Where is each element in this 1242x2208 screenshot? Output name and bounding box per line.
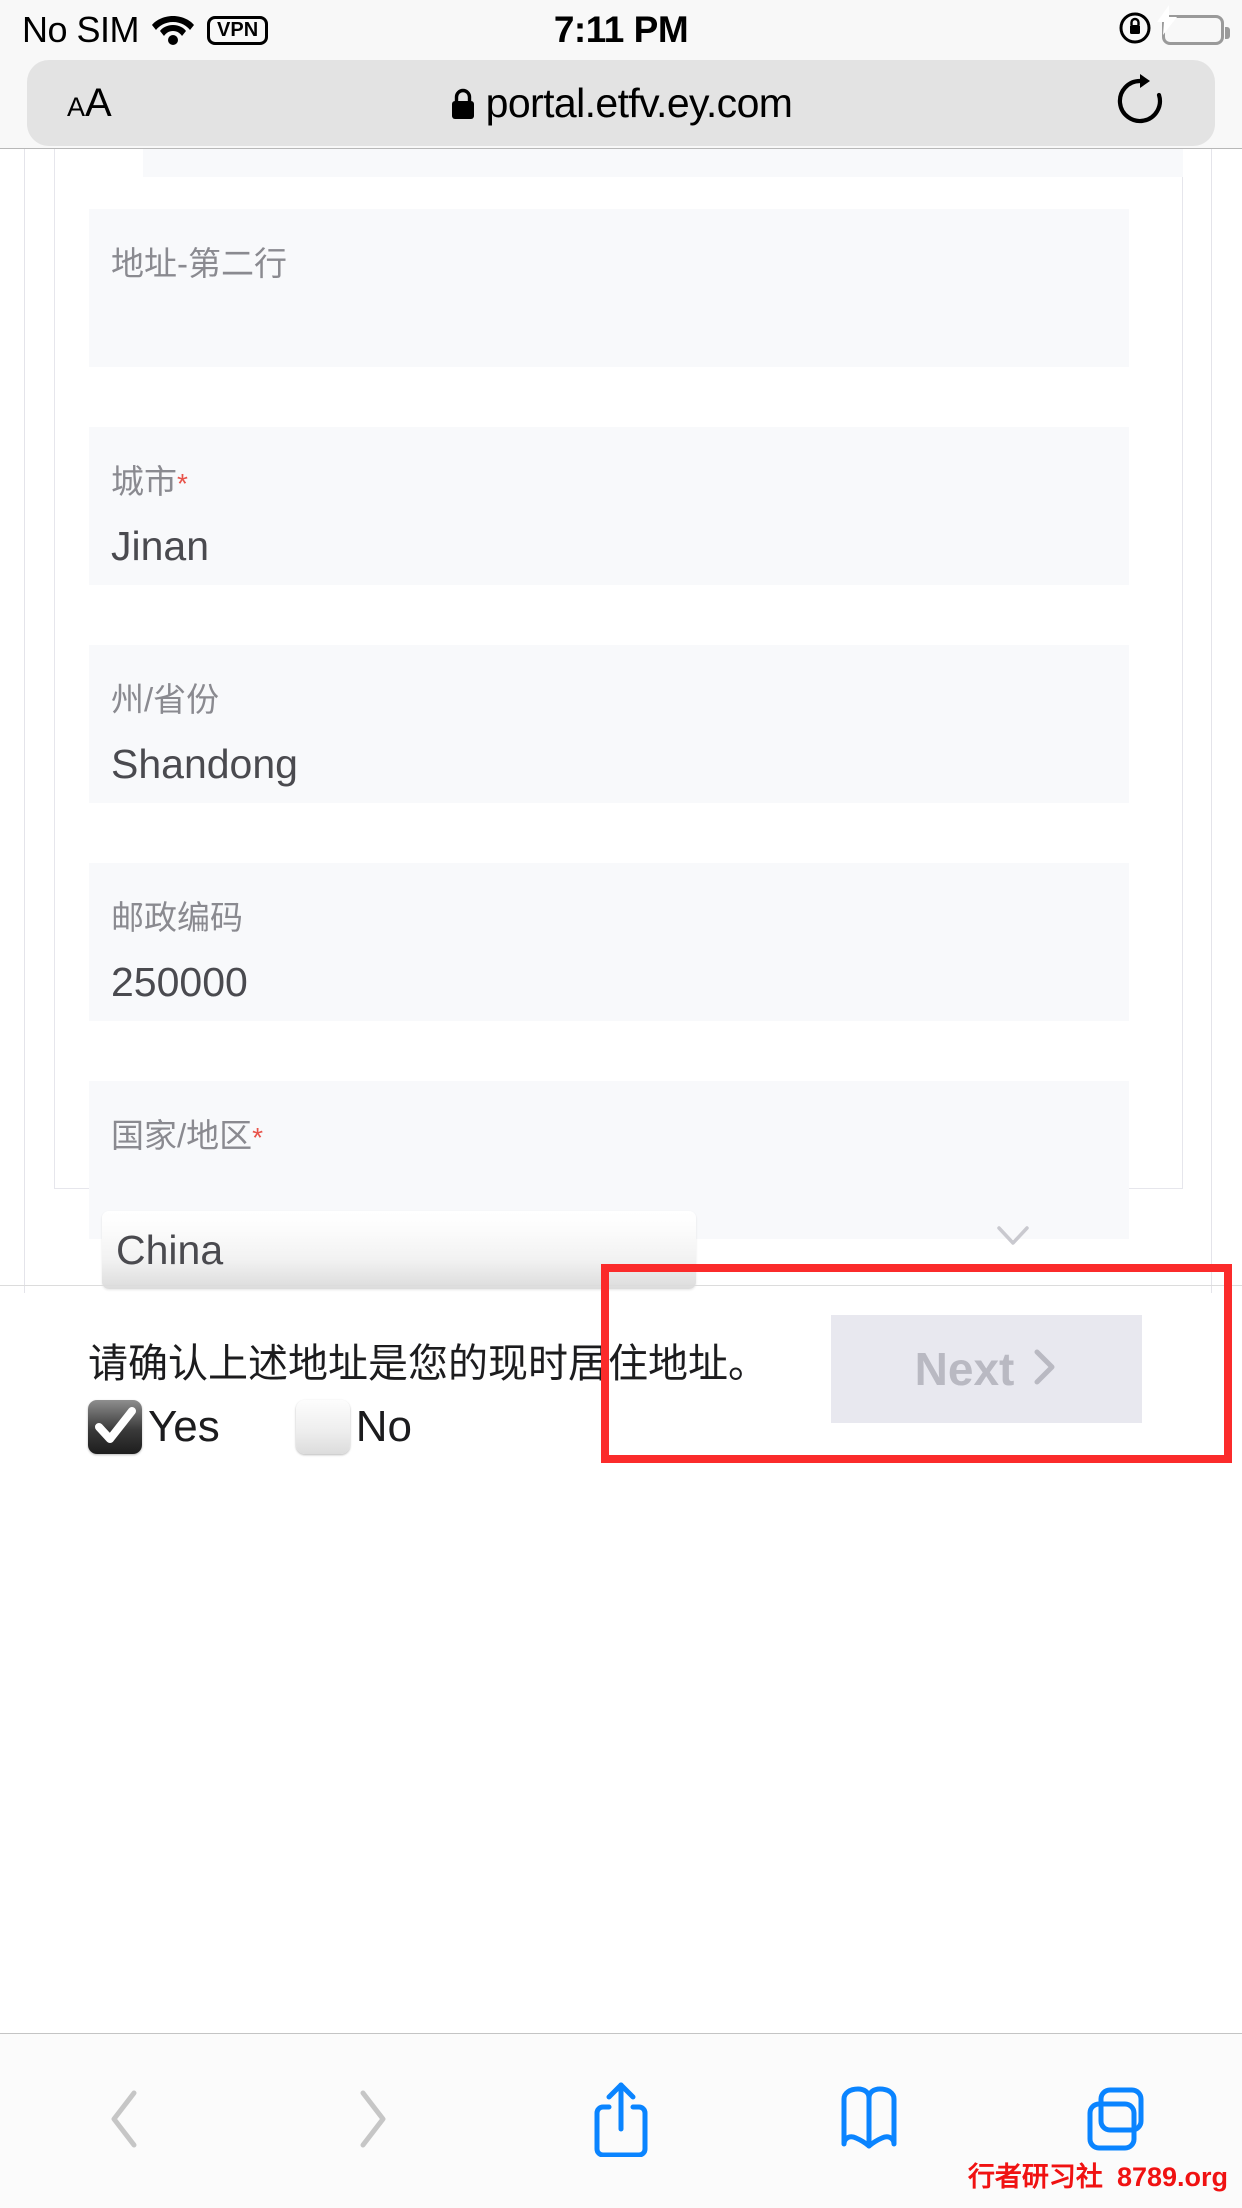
field-value: Jinan [111, 523, 210, 569]
forward-button[interactable] [248, 2034, 496, 2208]
url-display[interactable]: portal.etfv.ey.com [27, 80, 1215, 127]
footer-divider [0, 1285, 1242, 1286]
watermark-cn: 行者研习社 [967, 2162, 1103, 2192]
country-select-value: China [116, 1226, 224, 1273]
form-card: 地址-第二行 城市* Jinan 州/省份 Shandong 邮政编码 2500… [54, 149, 1183, 1239]
field-label: 城市* [111, 463, 188, 500]
url-text: portal.etfv.ey.com [485, 79, 793, 126]
confirm-question: 请确认上述地址是您的现时居住地址。 [88, 1342, 768, 1386]
book-icon [838, 2086, 900, 2157]
bookmarks-button[interactable] [745, 2034, 993, 2208]
chevron-down-icon[interactable] [996, 1224, 1030, 1253]
checkbox-yes-label: Yes [148, 1402, 220, 1451]
confirm-choices: Yes No [88, 1400, 412, 1454]
address-bar[interactable]: AA portal.etfv.ey.com [27, 60, 1215, 146]
checkbox-yes[interactable] [88, 1400, 142, 1454]
iphone-screen: No SIM VPN 7:11 PM A A portal.etfv.ey.co… [0, 0, 1242, 2208]
field-label: 国家/地区* [111, 1117, 264, 1154]
required-marker: * [177, 468, 188, 499]
lock-icon [450, 88, 474, 119]
checkbox-no-label: No [355, 1402, 413, 1451]
field-value: 250000 [111, 959, 248, 1005]
field-value: Shandong [111, 741, 298, 787]
reload-icon[interactable] [1115, 73, 1165, 133]
browser-chrome: AA portal.etfv.ey.com [0, 60, 1242, 148]
field-label: 地址-第二行 [111, 245, 287, 282]
required-marker: * [252, 1122, 264, 1153]
field-value [111, 280, 1129, 308]
field-postal-code[interactable]: 邮政编码 250000 [89, 863, 1129, 1021]
status-bar-right [1118, 5, 1230, 50]
country-select[interactable]: China [102, 1211, 696, 1289]
field-city[interactable]: 城市* Jinan [89, 427, 1129, 585]
rotation-lock-icon [1118, 11, 1152, 50]
field-state-province[interactable]: 州/省份 Shandong [89, 645, 1129, 803]
watermark-site: 8789.org [1116, 2162, 1228, 2192]
watermark: 行者研习社 8789.org [968, 2155, 1228, 2194]
checkbox-no[interactable] [295, 1400, 350, 1454]
field-clipped-top [143, 149, 1183, 177]
chevron-right-icon [355, 2088, 391, 2155]
next-button[interactable]: Next [831, 1315, 1142, 1423]
share-icon [593, 2081, 649, 2162]
field-address-line-2[interactable]: 地址-第二行 [89, 209, 1129, 367]
next-button-label: Next [914, 1343, 1015, 1395]
back-button[interactable] [0, 2034, 248, 2208]
status-bar: No SIM VPN 7:11 PM [0, 0, 1242, 60]
field-label: 邮政编码 [111, 899, 243, 936]
clock-label: 7:11 PM [553, 9, 689, 50]
field-label: 州/省份 [111, 681, 220, 718]
share-button[interactable] [497, 2034, 745, 2208]
web-page-content: 地址-第二行 城市* Jinan 州/省份 Shandong 邮政编码 2500… [0, 148, 1242, 2033]
chevron-right-icon [1032, 1347, 1058, 1392]
tabs-icon [1085, 2086, 1151, 2157]
battery-charging-icon [1157, 5, 1230, 45]
chevron-left-icon [106, 2088, 142, 2155]
